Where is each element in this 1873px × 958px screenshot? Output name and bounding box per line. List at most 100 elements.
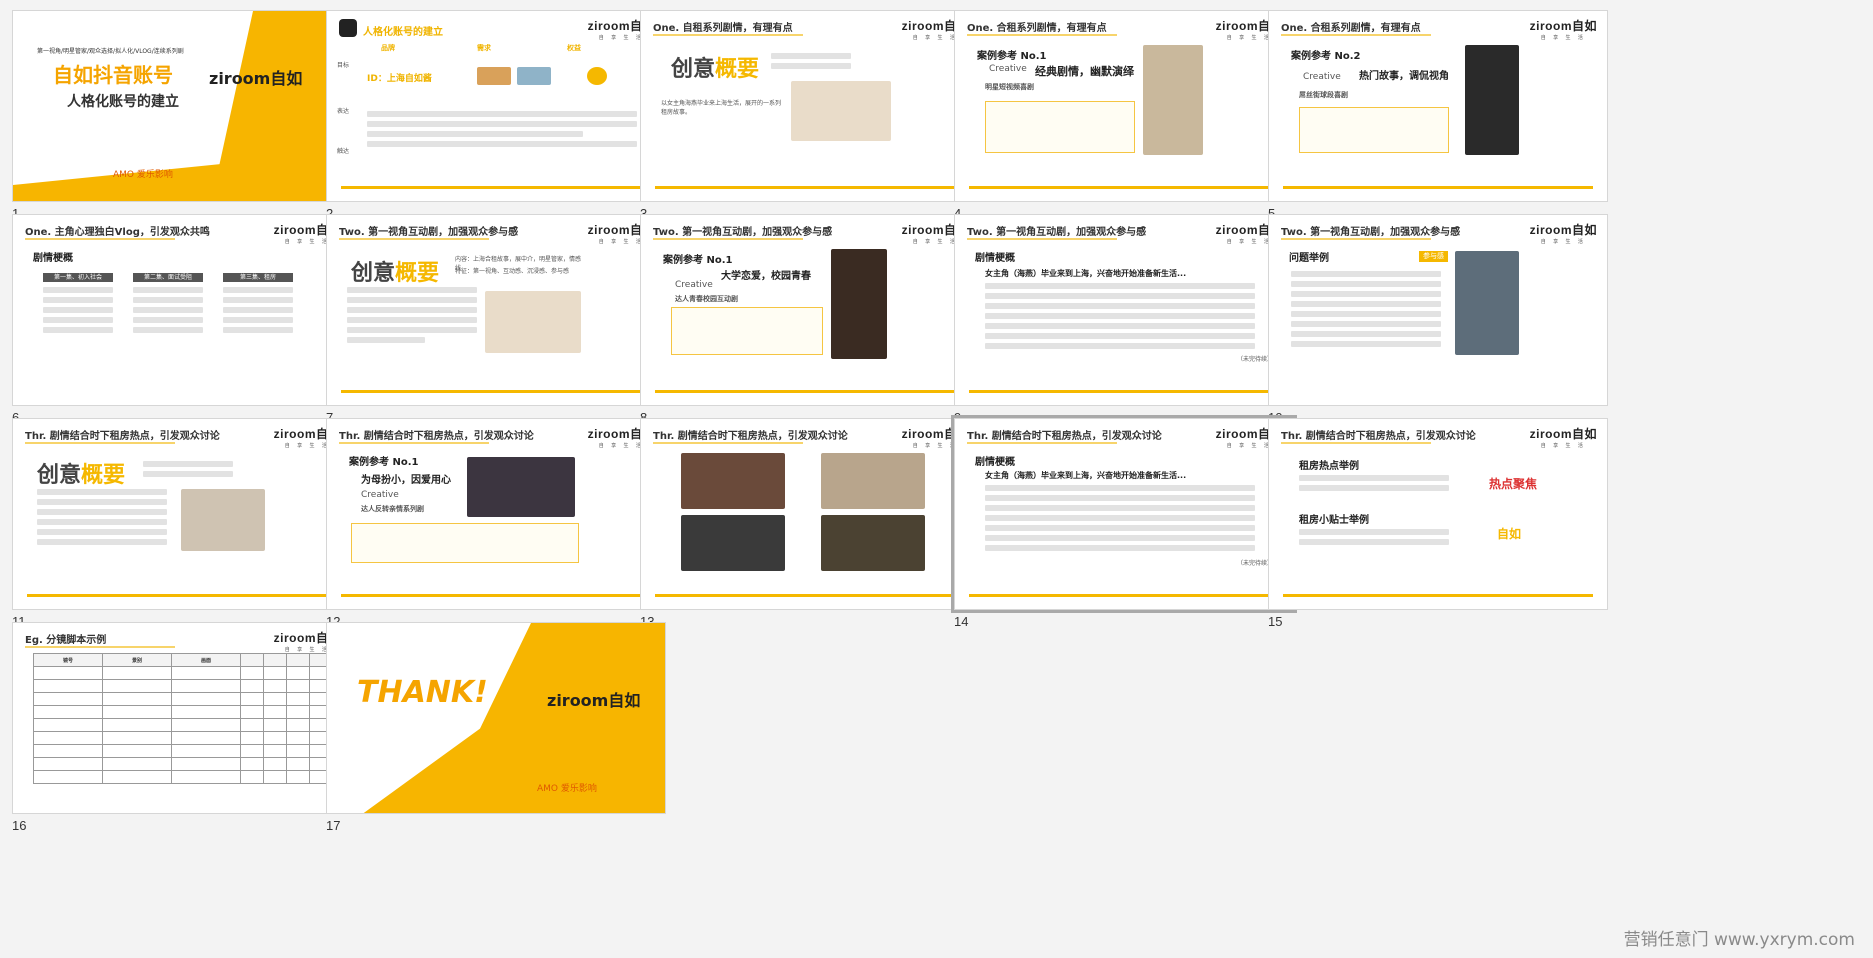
slide-thumb-13[interactable]: Thr. 剧情结合时下租房热点，引发观众讨论 ziroom自如自 享 生 活 1… bbox=[640, 418, 980, 629]
slide-10-badge: 参与感 bbox=[1419, 251, 1448, 262]
slide-thumb-11[interactable]: Thr. 剧情结合时下租房热点，引发观众讨论 ziroom自如自 享 生 活 创… bbox=[12, 418, 352, 629]
slide-10-canvas: Two. 第一视角互动剧，加强观众参与感 ziroom自如自 享 生 活 问题举… bbox=[1268, 214, 1608, 406]
slide-thumb-12[interactable]: Thr. 剧情结合时下租房热点，引发观众讨论 ziroom自如自 享 生 活 案… bbox=[326, 418, 666, 629]
slide-10-photo bbox=[1455, 251, 1519, 355]
slide-11-meta bbox=[143, 461, 233, 481]
slide-2-row1: 目标 bbox=[337, 62, 350, 69]
header-underline bbox=[25, 442, 175, 444]
ziroom-logo: ziroom自如自 享 生 活 bbox=[1529, 223, 1597, 245]
slide-thumb-16[interactable]: Eg. 分镜脚本示例 ziroom自如自 享 生 活 镜号 景别 画面 16 bbox=[12, 622, 352, 833]
slide-sorter-grid: 第一视角/明星管家/观众选择/拟人化/VLOG/连续系列剧 自如抖音账号 人格化… bbox=[12, 10, 1862, 950]
slide-13-photo3 bbox=[681, 515, 785, 571]
slide-5-quote-box bbox=[1299, 107, 1449, 153]
slide-5-creative: Creative bbox=[1303, 72, 1341, 82]
slide-5-photo bbox=[1465, 45, 1519, 155]
slide-12-photo bbox=[467, 457, 575, 517]
header-underline bbox=[967, 442, 1117, 444]
slide-thumb-17[interactable]: THANK! ziroom自如 AMO 爱乐影响 17 bbox=[326, 622, 666, 833]
slide-thumb-3[interactable]: One. 自租系列剧情，有理有点 ziroom自如自 享 生 活 创意概要 以女… bbox=[640, 10, 980, 221]
ziroom-logo: ziroom自如自 享 生 活 bbox=[1529, 427, 1597, 449]
slide-number: 13 bbox=[640, 614, 980, 629]
slide-4-tag: 明星短视频喜剧 bbox=[985, 83, 1034, 91]
slide-2-title: 人格化账号的建立 bbox=[363, 27, 443, 38]
slide-2-img3 bbox=[587, 67, 607, 85]
slide-2-id: ID：上海自如酱 bbox=[367, 74, 432, 84]
slide-number: 17 bbox=[326, 818, 341, 833]
slide-12-canvas: Thr. 剧情结合时下租房热点，引发观众讨论 ziroom自如自 享 生 活 案… bbox=[326, 418, 666, 610]
slide-thumb-5[interactable]: One. 合租系列剧情，有理有点 ziroom自如自 享 生 活 案例参考 No… bbox=[1268, 10, 1608, 221]
slide-8-slogan: 大学恋爱，校园青春 bbox=[721, 271, 811, 282]
slide-5-case: 案例参考 No.2 bbox=[1291, 51, 1361, 62]
slide-header: One. 合租系列剧情，有理有点 bbox=[1281, 23, 1421, 34]
slide-header: Thr. 剧情结合时下租房热点，引发观众讨论 bbox=[653, 431, 848, 442]
slide-15-hot-badge: 热点聚焦 bbox=[1489, 477, 1538, 491]
slide-15-ziroom-badge: 自如 bbox=[1497, 527, 1522, 541]
slide-15-tips-label: 租房小贴士举例 bbox=[1299, 515, 1369, 526]
slide-11-canvas: Thr. 剧情结合时下租房热点，引发观众讨论 ziroom自如自 享 生 活 创… bbox=[12, 418, 352, 610]
slide-thumb-7[interactable]: Two. 第一视角互动剧，加强观众参与感 ziroom自如自 享 生 活 创意概… bbox=[326, 214, 666, 425]
slide-1-tagline: 第一视角/明星管家/观众选择/拟人化/VLOG/连续系列剧 bbox=[37, 48, 184, 55]
slide-header: Two. 第一视角互动剧，加强观众参与感 bbox=[653, 227, 833, 238]
slide-5-slogan: 热门故事，调侃视角 bbox=[1359, 71, 1449, 82]
slide-6-col2: 第二集、面试受阻 bbox=[133, 273, 203, 282]
slide-2-img1 bbox=[477, 67, 511, 85]
slide-header: One. 主角心理独白Vlog，引发观众共鸣 bbox=[25, 227, 210, 238]
slide-15-canvas: Thr. 剧情结合时下租房热点，引发观众讨论 ziroom自如自 享 生 活 租… bbox=[1268, 418, 1608, 610]
site-watermark: 营销任意门 www.yxrym.com bbox=[1623, 930, 1855, 950]
slide-2-img2 bbox=[517, 67, 551, 85]
slide-header: One. 自租系列剧情，有理有点 bbox=[653, 23, 793, 34]
slide-4-slogan: 经典剧情，幽默演绎 bbox=[1035, 65, 1134, 78]
slide-1-subtitle: 人格化账号的建立 bbox=[67, 94, 179, 110]
slide-1-brand: AMO 爱乐影响 bbox=[113, 170, 173, 180]
slide-header: Thr. 剧情结合时下租房热点，引发观众讨论 bbox=[25, 431, 220, 442]
slide-thumb-2[interactable]: 人格化账号的建立 ziroom自如自 享 生 活 品牌 需求 权益 ID：上海自… bbox=[326, 10, 666, 221]
slide-bottom-bar bbox=[655, 594, 965, 597]
header-underline bbox=[1281, 442, 1431, 444]
slide-header: Thr. 剧情结合时下租房热点，引发观众讨论 bbox=[967, 431, 1162, 442]
slide-11-photo bbox=[181, 489, 265, 551]
header-underline bbox=[653, 442, 803, 444]
slide-3-meta bbox=[771, 53, 851, 73]
slide-15-tips-text bbox=[1299, 529, 1449, 549]
slide-thumb-6[interactable]: One. 主角心理独白Vlog，引发观众共鸣 ziroom自如自 享 生 活 剧… bbox=[12, 214, 352, 425]
slide-thumb-1[interactable]: 第一视角/明星管家/观众选择/拟人化/VLOG/连续系列剧 自如抖音账号 人格化… bbox=[12, 10, 352, 221]
slide-1-canvas: 第一视角/明星管家/观众选择/拟人化/VLOG/连续系列剧 自如抖音账号 人格化… bbox=[12, 10, 352, 202]
slide-thumb-15[interactable]: Thr. 剧情结合时下租房热点，引发观众讨论 ziroom自如自 享 生 活 租… bbox=[1268, 418, 1608, 629]
slide-13-canvas: Thr. 剧情结合时下租房热点，引发观众讨论 ziroom自如自 享 生 活 bbox=[640, 418, 980, 610]
slide-thumb-4[interactable]: One. 合租系列剧情，有理有点 ziroom自如自 享 生 活 案例参考 No… bbox=[954, 10, 1294, 221]
slide-10-text bbox=[1291, 271, 1441, 351]
slide-bottom-bar bbox=[1283, 186, 1593, 189]
slide-17-canvas: THANK! ziroom自如 AMO 爱乐影响 bbox=[326, 622, 666, 814]
slide-thumb-14[interactable]: Thr. 剧情结合时下租房热点，引发观众讨论 ziroom自如自 享 生 活 剧… bbox=[951, 415, 1297, 629]
slide-header: Thr. 剧情结合时下租房热点，引发观众讨论 bbox=[1281, 431, 1476, 442]
slide-2-canvas: 人格化账号的建立 ziroom自如自 享 生 活 品牌 需求 权益 ID：上海自… bbox=[326, 10, 666, 202]
slide-8-creative: Creative bbox=[675, 280, 713, 290]
header-underline bbox=[1281, 34, 1431, 36]
slide-11-creative: 创意概要 bbox=[37, 463, 126, 488]
slide-header: Two. 第一视角互动剧，加强观众参与感 bbox=[967, 227, 1147, 238]
slide-bottom-bar bbox=[27, 594, 337, 597]
slide-5-tag: 屌丝街球段喜剧 bbox=[1299, 91, 1348, 99]
slide-8-case: 案例参考 No.1 bbox=[663, 255, 733, 266]
slide-13-photo4 bbox=[821, 515, 925, 571]
slide-header: One. 合租系列剧情，有理有点 bbox=[967, 23, 1107, 34]
slide-thumb-10[interactable]: Two. 第一视角互动剧，加强观众参与感 ziroom自如自 享 生 活 问题举… bbox=[1268, 214, 1608, 425]
slide-bottom-bar bbox=[655, 390, 965, 393]
slide-header: Thr. 剧情结合时下租房热点，引发观众讨论 bbox=[339, 431, 534, 442]
slide-1-logo: ziroom自如 bbox=[209, 69, 303, 88]
slide-thumb-8[interactable]: Two. 第一视角互动剧，加强观众参与感 ziroom自如自 享 生 活 案例参… bbox=[640, 214, 980, 425]
slide-9-lead: 女主角（海燕）毕业来到上海，兴奋地开始准备新生活... bbox=[985, 269, 1187, 278]
slide-4-quote-box bbox=[985, 101, 1135, 153]
slide-thumb-9[interactable]: Two. 第一视角互动剧，加强观众参与感 ziroom自如自 享 生 活 剧情梗… bbox=[954, 214, 1294, 425]
slide-2-row2: 表达 bbox=[337, 108, 350, 115]
slide-number: 16 bbox=[12, 818, 27, 833]
slide-6-text3 bbox=[223, 287, 293, 337]
slide-bottom-bar bbox=[655, 186, 965, 189]
slide-12-quote-box bbox=[351, 523, 579, 563]
slide-bottom-bar bbox=[1283, 594, 1593, 597]
slide-16-canvas: Eg. 分镜脚本示例 ziroom自如自 享 生 活 镜号 景别 画面 bbox=[12, 622, 352, 814]
slide-12-case: 案例参考 No.1 bbox=[349, 457, 419, 468]
slide-3-text: 以女主角海燕毕业来上海生活，展开的一系列租房故事。 bbox=[661, 100, 782, 116]
slide-7-photo bbox=[485, 291, 581, 353]
header-underline bbox=[967, 238, 1117, 240]
